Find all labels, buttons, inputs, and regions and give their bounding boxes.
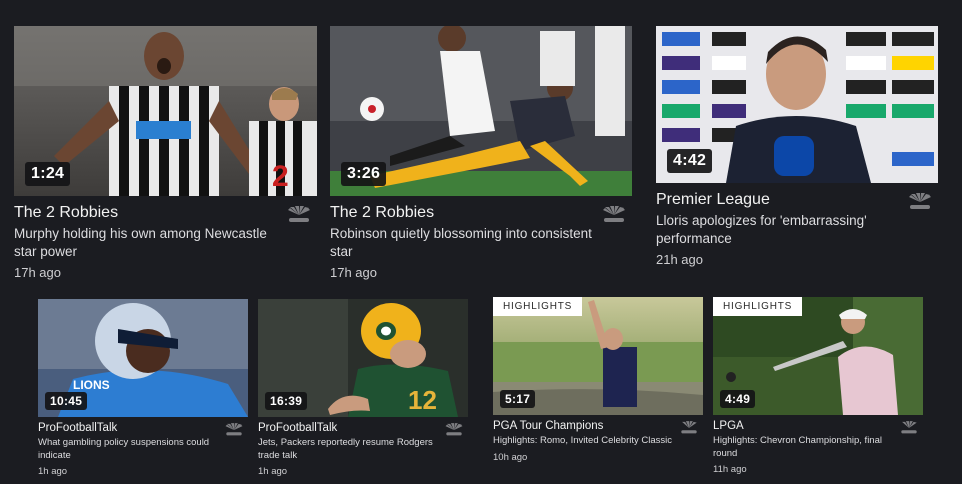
nbc-sports-peacock-icon: [288, 206, 310, 222]
video-thumbnail[interactable]: 12 16:39: [258, 299, 468, 417]
duration-badge: 3:26: [341, 162, 387, 186]
video-source[interactable]: The 2 Robbies: [330, 204, 632, 222]
highlights-badge: HIGHLIGHTS: [713, 297, 803, 316]
video-title[interactable]: What gambling policy suspensions could i…: [38, 437, 228, 462]
video-timestamp: 17h ago: [14, 265, 61, 280]
video-title[interactable]: Robinson quietly blossoming into consist…: [330, 225, 605, 261]
nbc-sports-peacock-icon: [445, 423, 463, 436]
video-timestamp: 10h ago: [493, 451, 528, 463]
video-card[interactable]: 4:42 Premier League Lloris apologizes fo…: [656, 26, 938, 267]
svg-text:LIONS: LIONS: [73, 378, 110, 392]
video-card[interactable]: 2 1:24 The 2 Robbies Murphy holding his …: [14, 26, 317, 280]
duration-badge: 5:17: [500, 390, 536, 408]
video-timestamp: 11h ago: [713, 464, 747, 475]
video-timestamp: 17h ago: [330, 265, 377, 280]
video-timestamp: 1h ago: [38, 466, 68, 477]
nbc-sports-peacock-icon: [909, 193, 931, 209]
video-timestamp: 1h ago: [258, 466, 288, 477]
video-source[interactable]: The 2 Robbies: [14, 204, 317, 222]
video-card[interactable]: 3:26 The 2 Robbies Robinson quietly blos…: [330, 26, 632, 280]
video-thumbnail[interactable]: HIGHLIGHTS 4:49: [713, 297, 923, 415]
video-card[interactable]: HIGHLIGHTS 4:49 LPGA Highlights: Chevron…: [713, 297, 923, 475]
duration-badge: 4:42: [667, 149, 713, 173]
video-thumbnail[interactable]: LIONS 10:45: [38, 299, 248, 417]
video-card[interactable]: HIGHLIGHTS 5:17 PGA Tour Champions Highl…: [493, 297, 703, 463]
video-source[interactable]: LPGA: [713, 420, 923, 432]
video-title[interactable]: Highlights: Romo, Invited Celebrity Clas…: [493, 435, 683, 448]
duration-badge: 10:45: [45, 392, 88, 410]
video-title[interactable]: Lloris apologizes for 'embarrassing' per…: [656, 212, 931, 248]
duration-badge: 16:39: [265, 392, 308, 410]
video-thumbnail[interactable]: 3:26: [330, 26, 632, 196]
video-thumbnail[interactable]: 4:42: [656, 26, 938, 183]
video-title[interactable]: Murphy holding his own among Newcastle s…: [14, 225, 289, 261]
duration-badge: 1:24: [25, 162, 71, 186]
nbc-sports-peacock-icon: [225, 423, 243, 436]
video-source[interactable]: Premier League: [656, 191, 938, 209]
svg-text:2: 2: [272, 160, 289, 193]
video-source[interactable]: PGA Tour Champions: [493, 420, 703, 432]
video-title[interactable]: Jets, Packers reportedly resume Rodgers …: [258, 437, 448, 462]
video-thumbnail[interactable]: 2 1:24: [14, 26, 317, 196]
video-source[interactable]: ProFootballTalk: [258, 422, 468, 434]
video-title[interactable]: Highlights: Chevron Championship, final …: [713, 435, 903, 460]
nbc-sports-peacock-icon: [603, 206, 625, 222]
nbc-sports-golf-icon: [901, 421, 917, 434]
video-timestamp: 21h ago: [656, 252, 703, 267]
video-source[interactable]: ProFootballTalk: [38, 422, 248, 434]
video-card[interactable]: 12 16:39 ProFootballTalk Jets, Packers r…: [258, 299, 468, 477]
duration-badge: 4:49: [720, 390, 756, 408]
video-card[interactable]: LIONS 10:45 ProFootballTalk What gamblin…: [38, 299, 248, 477]
svg-text:12: 12: [408, 385, 437, 415]
highlights-badge: HIGHLIGHTS: [493, 297, 583, 316]
nbc-sports-golf-icon: [681, 421, 697, 434]
video-thumbnail[interactable]: HIGHLIGHTS 5:17: [493, 297, 703, 415]
